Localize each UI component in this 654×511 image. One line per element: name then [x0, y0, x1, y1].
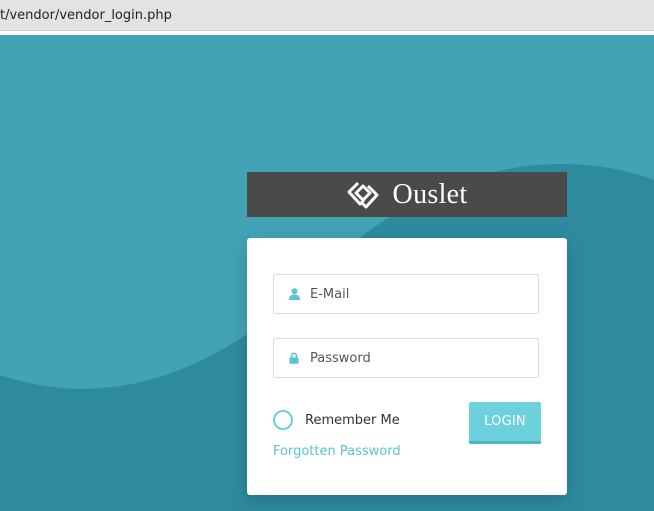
email-field[interactable] — [273, 274, 539, 314]
user-icon — [288, 287, 300, 301]
address-bar[interactable]: t/vendor/vendor_login.php — [0, 0, 654, 31]
login-button[interactable]: LOGIN — [469, 402, 541, 444]
email-input[interactable] — [310, 275, 538, 313]
login-card: Remember Me LOGIN Forgotten Password — [247, 238, 567, 495]
remember-me-radio[interactable] — [273, 410, 293, 430]
remember-me-label: Remember Me — [305, 412, 400, 428]
brand-header: Ouslet — [247, 172, 567, 217]
diamond-logo-icon — [347, 181, 379, 209]
lock-icon — [288, 351, 300, 365]
login-page-background: Ouslet Remember Me LO — [0, 35, 654, 511]
password-field[interactable] — [273, 338, 539, 378]
brand-name: Ouslet — [392, 178, 468, 210]
remember-me-toggle[interactable]: Remember Me — [273, 410, 400, 430]
url-text[interactable]: t/vendor/vendor_login.php — [0, 8, 172, 23]
password-input[interactable] — [310, 339, 538, 377]
forgot-password-link[interactable]: Forgotten Password — [273, 444, 401, 459]
